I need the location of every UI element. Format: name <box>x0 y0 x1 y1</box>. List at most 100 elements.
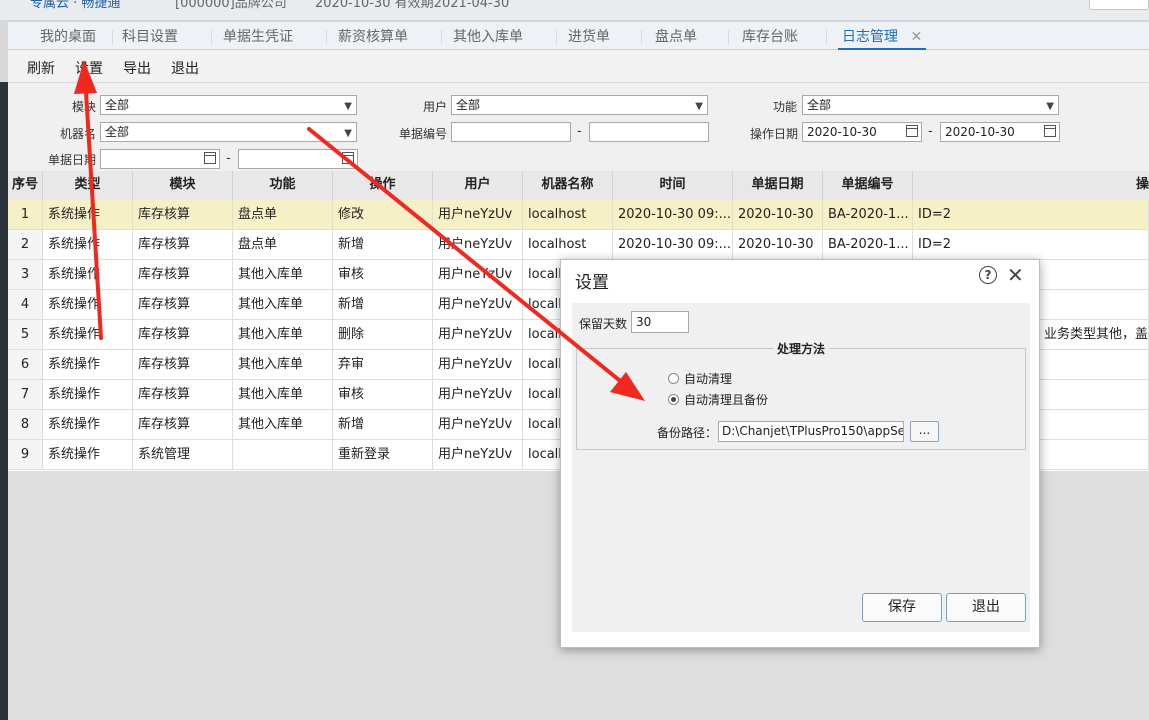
auto-clean-backup-label[interactable]: 自动清理且备份 <box>684 391 768 408</box>
cell-machine: localhost <box>523 200 613 229</box>
tab-account-settings[interactable]: 科目设置 <box>118 26 182 48</box>
cell-machine: localhost <box>523 230 613 259</box>
op-date-to-input[interactable]: 2020-10-30 <box>940 122 1060 142</box>
cell-index: 5 <box>8 320 43 349</box>
col-operation[interactable]: 操作 <box>333 171 433 200</box>
op-date-from-input[interactable]: 2020-10-30 <box>802 122 922 142</box>
search-box[interactable] <box>1089 0 1149 10</box>
col-time[interactable]: 时间 <box>613 171 733 200</box>
col-module[interactable]: 模块 <box>133 171 233 200</box>
calendar-icon[interactable] <box>204 152 216 164</box>
method-group: 处理方法 自动清理 自动清理且备份 备份路径： D:\Chanjet\TPlus… <box>576 340 1026 450</box>
cell-user: 用户neYzUv <box>433 230 523 259</box>
tab-salary[interactable]: 薪资核算单 <box>334 26 412 48</box>
tab-desktop[interactable]: 我的桌面 <box>36 26 100 48</box>
tab-bar: 我的桌面 科目设置 单据生凭证 薪资核算单 其他入库单 进货单 盘点单 库存台账… <box>8 22 1149 50</box>
close-icon[interactable]: ✕ <box>1007 263 1024 287</box>
export-button[interactable]: 导出 <box>123 58 151 78</box>
cell-user: 用户neYzUv <box>433 290 523 319</box>
col-doc-no[interactable]: 单据编号 <box>823 171 913 200</box>
function-select[interactable]: 全部 ▼ <box>802 95 1059 115</box>
auto-clean-label[interactable]: 自动清理 <box>684 370 732 387</box>
tab-inventory-count[interactable]: 盘点单 <box>651 26 701 48</box>
keep-days-label: 保留天数 <box>579 317 628 331</box>
tab-separator <box>211 30 212 44</box>
save-button[interactable]: 保存 <box>862 593 942 622</box>
user-select[interactable]: 全部 ▼ <box>451 95 708 115</box>
keep-days-input[interactable]: 30 <box>631 311 689 333</box>
backup-path-input[interactable]: D:\Chanjet\TPlusPro150\appServer <box>718 421 904 442</box>
cell-function: 其他入库单 <box>233 320 333 349</box>
cell-operation: 审核 <box>333 380 433 409</box>
chevron-down-icon: ▼ <box>1046 101 1054 112</box>
table-row[interactable]: 1 系统操作 库存核算 盘点单 修改 用户neYzUv localhost 2020-10-3… <box>8 200 1149 230</box>
cell-operation: 删除 <box>333 320 433 349</box>
calendar-icon[interactable] <box>342 152 354 164</box>
radio-auto-clean[interactable] <box>668 373 679 384</box>
radio-auto-clean-backup[interactable] <box>668 394 679 405</box>
calendar-icon[interactable] <box>1044 125 1056 137</box>
module-label: 模块 <box>72 100 97 114</box>
cell-function: 盘点单 <box>233 200 333 229</box>
range-dash: - <box>226 151 231 166</box>
tab-separator <box>826 30 827 44</box>
tab-separator <box>326 30 327 44</box>
browse-button[interactable]: ... <box>910 421 939 442</box>
cell-time: 2020-10-30 09:... <box>613 230 733 259</box>
table-header: 序号 类型 模块 功能 操作 用户 机器名称 时间 单据日期 单据编号 操 <box>8 171 1149 201</box>
tab-log-management[interactable]: 日志管理 ✕ <box>838 26 927 50</box>
cell-type: 系统操作 <box>43 380 133 409</box>
cell-type: 系统操作 <box>43 290 133 319</box>
cell-module: 库存核算 <box>133 290 233 319</box>
tab-separator <box>556 30 557 44</box>
refresh-button[interactable]: 刷新 <box>27 58 55 78</box>
company-name: [000000]品牌公司 <box>175 0 287 11</box>
dialog-exit-button[interactable]: 退出 <box>946 593 1026 622</box>
close-icon[interactable]: ✕ <box>910 29 922 45</box>
tab-separator <box>728 30 729 44</box>
settings-button[interactable]: 设置 <box>75 58 103 78</box>
cell-operation: 新增 <box>333 230 433 259</box>
toolbar: 刷新 设置 导出 退出 <box>8 50 1149 83</box>
cell-function: 其他入库单 <box>233 260 333 289</box>
help-icon[interactable]: ? <box>979 266 997 284</box>
cell-type: 系统操作 <box>43 200 133 229</box>
col-machine[interactable]: 机器名称 <box>523 171 613 200</box>
col-doc-date[interactable]: 单据日期 <box>733 171 823 200</box>
table-row[interactable]: 2 系统操作 库存核算 盘点单 新增 用户neYzUv localhost 2020-10-3… <box>8 230 1149 260</box>
col-index[interactable]: 序号 <box>8 171 43 200</box>
cell-type: 系统操作 <box>43 440 133 469</box>
op-date-label: 操作日期 <box>750 127 799 141</box>
module-select[interactable]: 全部 ▼ <box>100 95 357 115</box>
cell-function: 其他入库单 <box>233 290 333 319</box>
doc-no-to-input[interactable] <box>589 122 709 142</box>
tab-separator <box>112 30 113 44</box>
doc-no-from-input[interactable] <box>451 122 571 142</box>
tab-log-management-label: 日志管理 <box>842 29 898 45</box>
doc-date-to-input[interactable] <box>238 149 358 169</box>
cell-user: 用户neYzUv <box>433 380 523 409</box>
tab-voucher-gen[interactable]: 单据生凭证 <box>219 26 297 48</box>
col-function[interactable]: 功能 <box>233 171 333 200</box>
backup-path-label: 备份路径： <box>657 426 718 440</box>
col-user[interactable]: 用户 <box>433 171 523 200</box>
col-operation-content[interactable]: 操 <box>913 171 1149 200</box>
cell-module: 库存核算 <box>133 350 233 379</box>
exit-button[interactable]: 退出 <box>171 58 199 78</box>
tab-other-inbound[interactable]: 其他入库单 <box>449 26 527 48</box>
doc-date-from-input[interactable] <box>100 149 220 169</box>
machine-label: 机器名 <box>60 127 97 141</box>
cell-index: 7 <box>8 380 43 409</box>
chevron-down-icon: ▼ <box>695 101 703 112</box>
tab-stock-ledger[interactable]: 库存台账 <box>738 26 802 48</box>
cell-module: 库存核算 <box>133 320 233 349</box>
settings-dialog: 设置 ? ✕ 保留天数 30 处理方法 自动清理 自动清理且备份 备份路径： D… <box>560 259 1040 648</box>
cell-module: 库存核算 <box>133 410 233 439</box>
tab-purchase[interactable]: 进货单 <box>564 26 614 48</box>
machine-select[interactable]: 全部 ▼ <box>100 122 357 142</box>
cell-module: 库存核算 <box>133 230 233 259</box>
cell-index: 1 <box>8 200 43 229</box>
col-type[interactable]: 类型 <box>43 171 133 200</box>
tab-separator <box>441 30 442 44</box>
calendar-icon[interactable] <box>906 125 918 137</box>
